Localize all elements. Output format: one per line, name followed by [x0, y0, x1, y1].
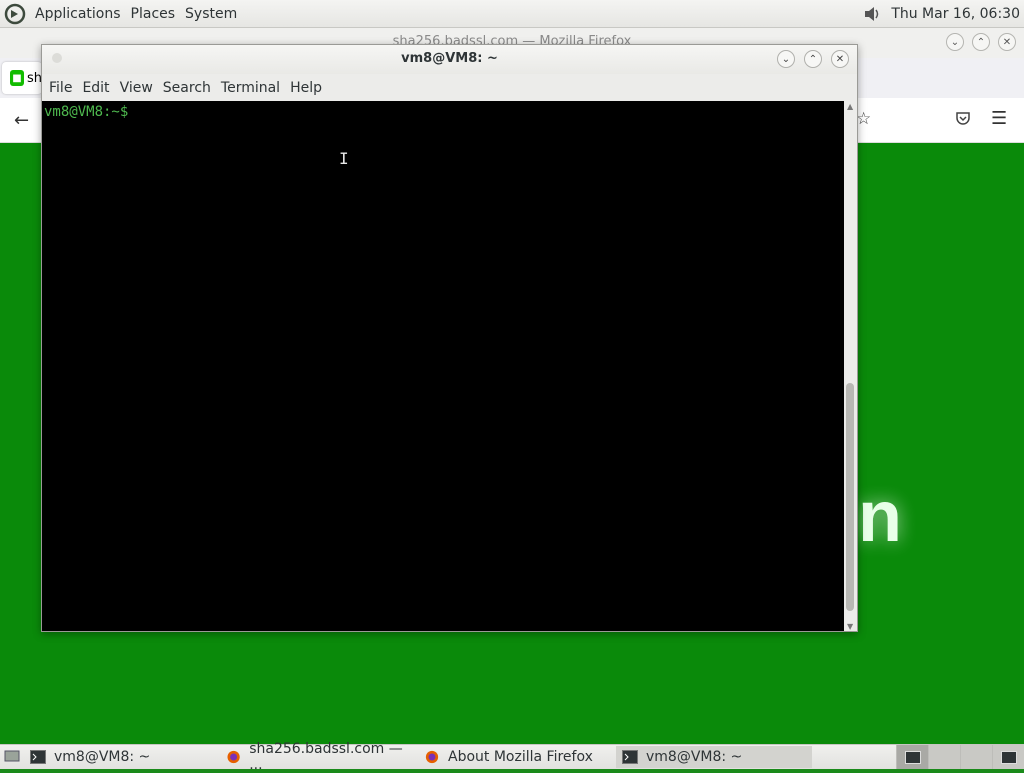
minimize-button[interactable]: ⌄ [946, 33, 964, 51]
shell-prompt: vm8@VM8:~$ [44, 104, 137, 120]
distro-logo-icon[interactable] [4, 3, 26, 25]
taskbar-item-label: vm8@VM8: ~ [646, 749, 743, 765]
terminal-icon [1000, 750, 1017, 764]
terminal-icon [622, 750, 638, 764]
terminal-text-area[interactable]: vm8@VM8:~$ I [42, 101, 844, 631]
menu-help[interactable]: Help [285, 80, 327, 96]
terminal-icon [904, 750, 921, 764]
pocket-icon[interactable] [955, 110, 971, 126]
bookmark-star-icon[interactable]: ☆ [856, 109, 871, 129]
close-button[interactable]: ✕ [998, 33, 1016, 51]
page-heading-fragment: n [858, 477, 902, 557]
back-arrow-icon[interactable]: ← [14, 110, 29, 131]
terminal-window: vm8@VM8: ~ ⌄ ⌃ ✕ File Edit View Search T… [41, 44, 858, 632]
maximize-button[interactable]: ⌃ [804, 50, 822, 68]
lock-icon: ■ [10, 70, 24, 86]
top-panel: Applications Places System Thu Mar 16, 0… [0, 0, 1024, 28]
terminal-menubar: File Edit View Search Terminal Help [42, 74, 859, 101]
system-menu[interactable]: System [180, 6, 242, 22]
taskbar-item-label: vm8@VM8: ~ [54, 749, 151, 765]
places-menu[interactable]: Places [126, 6, 181, 22]
scroll-up-arrow-icon[interactable]: ▲ [847, 102, 853, 111]
workspace-3[interactable] [960, 745, 992, 769]
taskbar-item-firefox[interactable]: sha256.badssl.com — ... [220, 741, 418, 773]
browser-tab[interactable]: ■ sh [2, 62, 42, 94]
menu-view[interactable]: View [115, 80, 158, 96]
firefox-icon [227, 750, 240, 764]
menu-edit[interactable]: Edit [77, 80, 114, 96]
scrollbar-thumb[interactable] [846, 383, 854, 611]
workspace-1[interactable] [896, 745, 928, 769]
panel-tray: Thu Mar 16, 06:30 [861, 3, 1024, 25]
workspace-4[interactable] [992, 745, 1024, 769]
terminal-window-title: vm8@VM8: ~ [401, 51, 498, 66]
terminal-icon [30, 750, 46, 764]
bottom-taskbar: vm8@VM8: ~ sha256.badssl.com — ... About… [0, 741, 1024, 773]
taskbar-item-label: About Mozilla Firefox [448, 749, 593, 765]
workspace-2[interactable] [928, 745, 960, 769]
close-button[interactable]: ✕ [831, 50, 849, 68]
prompt-text: vm8@VM8:~$ [44, 104, 129, 120]
taskbar-item-terminal[interactable]: vm8@VM8: ~ [24, 746, 220, 768]
scroll-down-arrow-icon[interactable]: ▼ [847, 622, 853, 631]
firefox-icon [425, 750, 439, 764]
show-desktop-icon[interactable] [0, 745, 24, 769]
terminal-titlebar[interactable]: vm8@VM8: ~ ⌄ ⌃ ✕ [42, 45, 857, 74]
clock[interactable]: Thu Mar 16, 06:30 [891, 6, 1020, 22]
workspace-switcher [896, 745, 1024, 769]
firefox-window-controls: ⌄ ⌃ ✕ [946, 33, 1016, 51]
hamburger-menu-icon[interactable]: ☰ [991, 108, 1007, 129]
taskbar-item-label: sha256.badssl.com — ... [249, 741, 403, 773]
volume-icon[interactable] [861, 3, 883, 25]
browser-tab-label: sh [26, 70, 42, 86]
text-cursor-icon: I [339, 149, 349, 168]
terminal-window-controls: ⌄ ⌃ ✕ [777, 50, 849, 68]
maximize-button[interactable]: ⌃ [972, 33, 990, 51]
menu-file[interactable]: File [44, 80, 77, 96]
applications-menu[interactable]: Applications [30, 6, 126, 22]
taskbar-item-terminal-active[interactable]: vm8@VM8: ~ [616, 746, 812, 768]
minimize-button[interactable]: ⌄ [777, 50, 795, 68]
terminal-scrollbar[interactable]: ▲ ▼ [844, 101, 857, 631]
menu-terminal[interactable]: Terminal [216, 80, 285, 96]
menu-search[interactable]: Search [158, 80, 216, 96]
taskbar-item-about-firefox[interactable]: About Mozilla Firefox [418, 746, 616, 768]
